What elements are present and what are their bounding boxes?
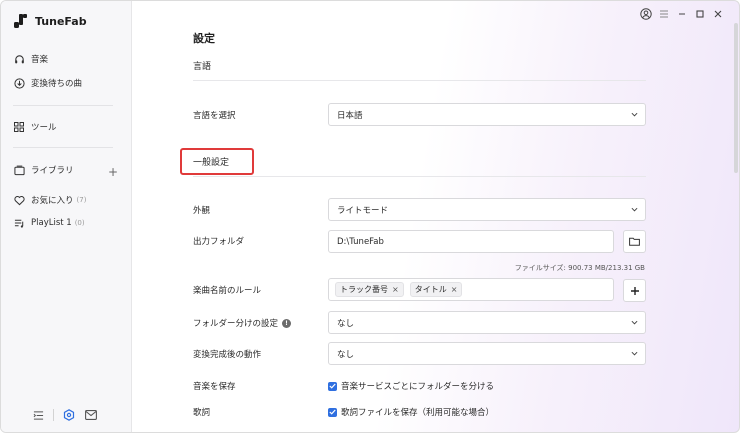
- download-circle-icon: [13, 77, 25, 89]
- chevron-down-icon: [631, 351, 638, 356]
- folder-icon: [629, 237, 640, 246]
- footer-separator: [53, 409, 54, 421]
- sidebar-item-library[interactable]: ライブラリ: [13, 162, 74, 178]
- library-icon: [13, 164, 25, 176]
- browse-folder-button[interactable]: [623, 230, 646, 253]
- save-music-label: 音楽を保存: [193, 382, 236, 392]
- mail-icon[interactable]: [84, 408, 98, 422]
- headphones-icon: [13, 53, 25, 65]
- lyrics-option-label: 歌詞ファイルを保存（利用可能な場合）: [341, 408, 495, 418]
- sidebar-item-playlist-1[interactable]: PlayList 1 (0): [13, 215, 85, 231]
- sidebar: TuneFab 音楽 変換待ちの曲 ツール ライブラリ + お気に入り (7) …: [1, 1, 132, 432]
- checkbox-checked-icon[interactable]: [328, 407, 337, 417]
- sidebar-item-label: ライブラリ: [31, 166, 74, 176]
- tunefab-logo-icon: [13, 13, 29, 29]
- menu-list-icon[interactable]: [31, 408, 45, 422]
- app-logo: TuneFab: [13, 13, 87, 29]
- remove-tag-icon[interactable]: ×: [392, 285, 399, 294]
- appearance-select[interactable]: ライトモード: [328, 198, 646, 221]
- grid-icon: [13, 121, 25, 133]
- remove-tag-icon[interactable]: ×: [451, 285, 458, 294]
- output-folder-label: 出力フォルダ: [193, 237, 245, 247]
- language-select[interactable]: 日本語: [328, 103, 646, 126]
- tag-title: タイトル ×: [409, 282, 463, 297]
- language-label: 言語を選択: [193, 111, 236, 121]
- folder-split-text: フォルダー分けの設定: [193, 319, 279, 329]
- app-window: TuneFab 音楽 変換待ちの曲 ツール ライブラリ + お気に入り (7) …: [0, 0, 740, 433]
- chevron-down-icon: [631, 112, 638, 117]
- after-convert-value: なし: [337, 349, 355, 360]
- highlight-box: [180, 148, 254, 175]
- appearance-value: ライトモード: [337, 205, 389, 216]
- plus-icon: [630, 286, 639, 295]
- playlist-icon: [13, 217, 25, 229]
- add-rule-button[interactable]: [623, 279, 646, 302]
- item-count: (0): [74, 219, 85, 227]
- folder-split-select[interactable]: なし: [328, 311, 646, 334]
- sidebar-item-label: 音楽: [31, 55, 49, 65]
- heart-icon: [13, 194, 25, 206]
- section-language: 言語: [193, 62, 212, 72]
- tag-label: タイトル: [414, 285, 447, 294]
- after-convert-label: 変換完成後の動作: [193, 350, 262, 360]
- sidebar-item-favorites[interactable]: お気に入り (7): [13, 192, 86, 208]
- sidebar-item-label: 変換待ちの曲: [31, 79, 83, 89]
- app-name: TuneFab: [35, 14, 87, 28]
- after-convert-select[interactable]: なし: [328, 342, 646, 365]
- naming-rule-label: 楽曲名前のルール: [193, 286, 262, 296]
- settings-gear-icon[interactable]: [62, 408, 76, 422]
- output-folder-field[interactable]: D:\TuneFab: [328, 230, 614, 253]
- lyrics-label: 歌詞: [193, 408, 211, 418]
- lyrics-option[interactable]: 歌詞ファイルを保存（利用可能な場合）: [328, 406, 494, 418]
- section-divider: [193, 80, 646, 81]
- chevron-down-icon: [631, 320, 638, 325]
- save-music-option-label: 音楽サービスごとにフォルダーを分ける: [341, 382, 495, 392]
- sidebar-item-pending[interactable]: 変換待ちの曲: [13, 75, 82, 91]
- sidebar-item-label: PlayList 1: [31, 218, 72, 228]
- page-title: 設定: [193, 32, 215, 45]
- naming-rule-field[interactable]: トラック番号 × タイトル ×: [328, 278, 614, 301]
- add-playlist-button[interactable]: +: [108, 165, 118, 179]
- tag-label: トラック番号: [340, 285, 388, 294]
- save-music-option[interactable]: 音楽サービスごとにフォルダーを分ける: [328, 380, 494, 392]
- checkbox-checked-icon[interactable]: [328, 381, 337, 391]
- settings-panel: 設定 言語 言語を選択 日本語 一般設定 外観 ライトモード 出力フォルダ D:…: [132, 1, 739, 432]
- sidebar-item-label: お気に入り: [31, 196, 74, 206]
- file-size-info: ファイルサイズ: 900.73 MB/213.31 GB: [514, 264, 645, 272]
- folder-split-value: なし: [337, 318, 355, 329]
- tag-track-number: トラック番号 ×: [335, 282, 404, 297]
- sidebar-item-music[interactable]: 音楽: [13, 51, 48, 67]
- folder-split-label: フォルダー分けの設定 !: [193, 317, 292, 329]
- sidebar-item-tools[interactable]: ツール: [13, 119, 57, 135]
- sidebar-divider: [13, 147, 113, 148]
- sidebar-footer: [31, 408, 106, 422]
- language-value: 日本語: [337, 110, 363, 121]
- output-folder-value: D:\TuneFab: [337, 236, 384, 247]
- chevron-down-icon: [631, 207, 638, 212]
- item-count: (7): [76, 196, 87, 204]
- appearance-label: 外観: [193, 206, 211, 216]
- sidebar-divider: [13, 105, 113, 106]
- sidebar-item-label: ツール: [31, 123, 57, 133]
- info-icon[interactable]: !: [282, 318, 292, 328]
- section-divider: [193, 176, 646, 177]
